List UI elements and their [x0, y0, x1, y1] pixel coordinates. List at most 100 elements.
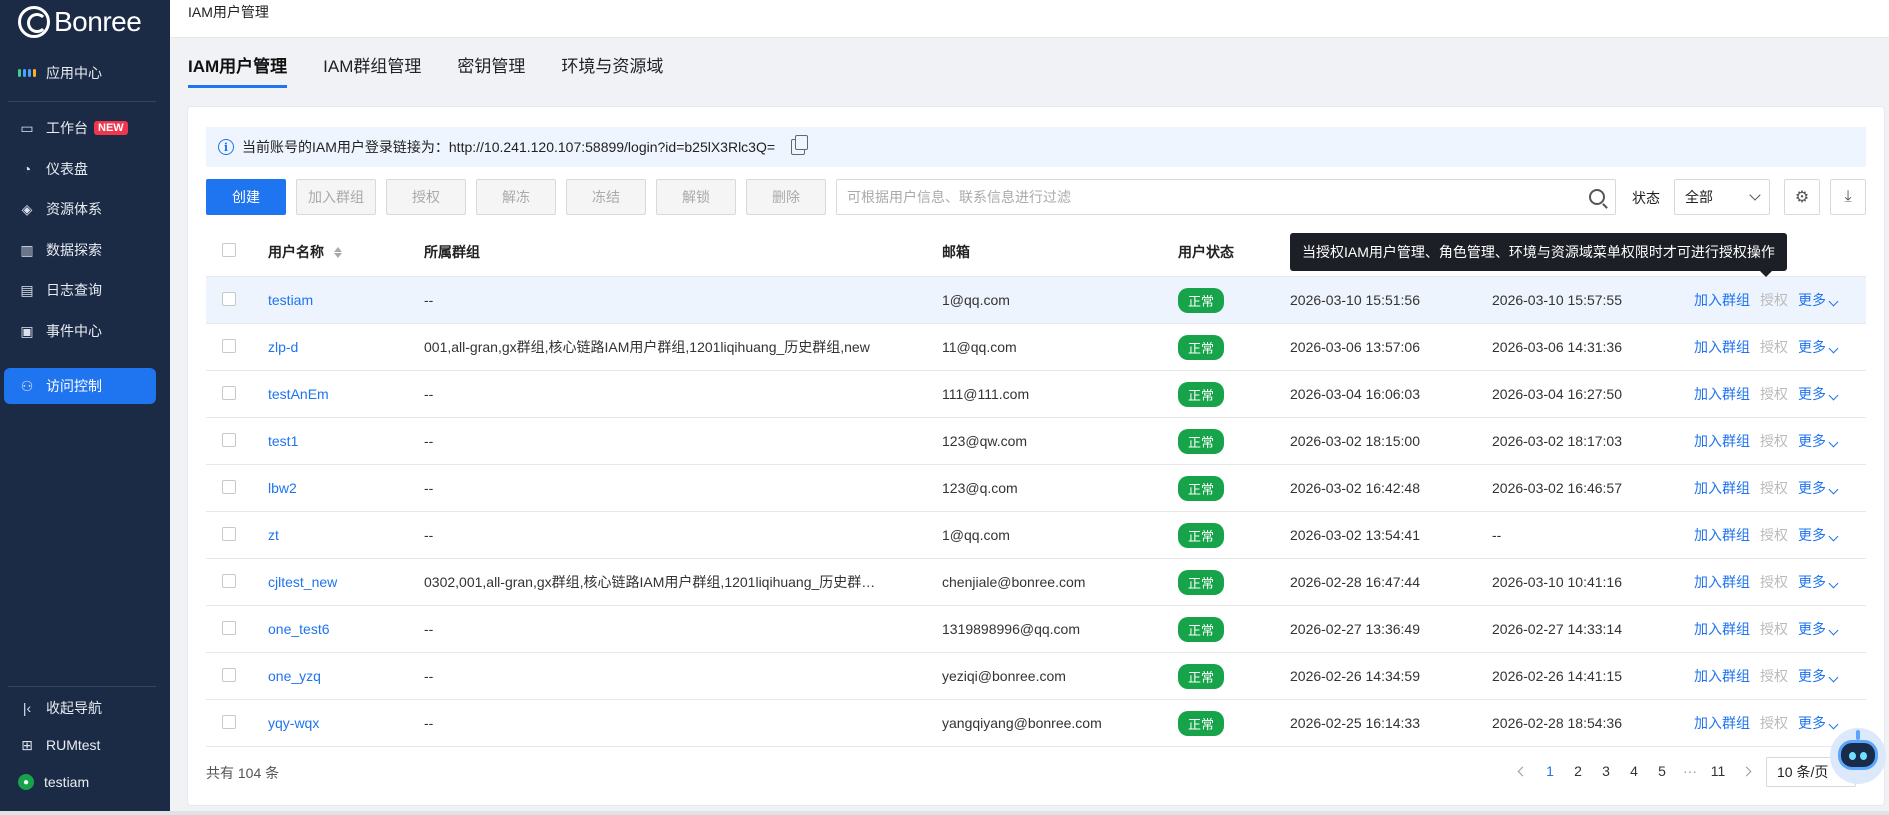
sidebar-item-dashboard[interactable]: ◔ 仪表盘: [4, 151, 156, 187]
table-row[interactable]: test1 -- 123@qw.com 正常 2026-03-02 18:15:00 20…: [206, 418, 1866, 465]
sort-icon[interactable]: [333, 247, 342, 259]
add-group-button[interactable]: 加入群组: [296, 179, 376, 215]
row-checkbox[interactable]: [222, 573, 236, 588]
table-row[interactable]: cjltest_new 0302,001,all-gran,gx群组,核心链路IA…: [206, 559, 1866, 606]
workspace-switcher[interactable]: ⊞ RUMtest: [4, 727, 156, 763]
authorize-button[interactable]: 授权: [386, 179, 466, 215]
more-link[interactable]: 更多: [1798, 619, 1839, 639]
more-link[interactable]: 更多: [1798, 478, 1839, 498]
user-name-link[interactable]: one_yzq: [268, 668, 424, 684]
table-row[interactable]: zlp-d 001,all-gran,gx群组,核心链路IAM用户群组,1201l…: [206, 324, 1866, 371]
add-group-link[interactable]: 加入群组: [1694, 478, 1750, 498]
more-link[interactable]: 更多: [1798, 713, 1839, 733]
copy-icon[interactable]: [791, 135, 809, 155]
authorize-link[interactable]: 授权: [1760, 384, 1788, 404]
add-group-link[interactable]: 加入群组: [1694, 337, 1750, 357]
row-checkbox[interactable]: [222, 714, 236, 729]
more-link[interactable]: 更多: [1798, 666, 1839, 686]
row-checkbox[interactable]: [222, 667, 236, 682]
row-checkbox[interactable]: [222, 385, 236, 400]
search-icon[interactable]: [1589, 189, 1605, 205]
search-input[interactable]: [847, 189, 1589, 205]
tab-environments[interactable]: 环境与资源域: [561, 52, 663, 88]
download-button[interactable]: ⤓: [1830, 179, 1866, 215]
user-name-link[interactable]: zlp-d: [268, 339, 424, 355]
more-link[interactable]: 更多: [1798, 525, 1839, 545]
assistant-bot-icon[interactable]: [1830, 728, 1886, 784]
add-group-link[interactable]: 加入群组: [1694, 431, 1750, 451]
row-checkbox[interactable]: [222, 432, 236, 447]
prev-page-button[interactable]: [1508, 757, 1536, 785]
page-ellipsis[interactable]: ···: [1676, 757, 1704, 785]
page-2[interactable]: 2: [1564, 757, 1592, 785]
page-5[interactable]: 5: [1648, 757, 1676, 785]
user-name-link[interactable]: test1: [268, 433, 424, 449]
page-3[interactable]: 3: [1592, 757, 1620, 785]
column-settings-button[interactable]: ⚙: [1784, 179, 1820, 215]
more-link[interactable]: 更多: [1798, 572, 1839, 592]
sidebar-item-data-explore[interactable]: ▥ 数据探索: [4, 232, 156, 268]
tab-iam-groups[interactable]: IAM群组管理: [323, 52, 421, 88]
add-group-link[interactable]: 加入群组: [1694, 525, 1750, 545]
authorize-link[interactable]: 授权: [1760, 431, 1788, 451]
page-1[interactable]: 1: [1536, 757, 1564, 785]
table-row[interactable]: zt -- 1@qq.com 正常 2026-03-02 13:54:41 -- 加入群组授…: [206, 512, 1866, 559]
tab-keys[interactable]: 密钥管理: [457, 52, 525, 88]
table-row[interactable]: one_yzq -- yeziqi@bonree.com 正常 2026-02-26 1…: [206, 653, 1866, 700]
bonree-logo[interactable]: Bonree: [18, 4, 142, 40]
table-row[interactable]: yqy-wqx -- yangqiyang@bonree.com 正常 2026-02-…: [206, 700, 1866, 747]
user-name-link[interactable]: yqy-wqx: [268, 715, 424, 731]
more-link[interactable]: 更多: [1798, 337, 1839, 357]
table-row[interactable]: testAnEm -- 111@111.com 正常 2026-03-04 16:06:…: [206, 371, 1866, 418]
user-name-link[interactable]: cjltest_new: [268, 574, 424, 590]
authorize-link[interactable]: 授权: [1760, 572, 1788, 592]
freeze-button[interactable]: 冻结: [566, 179, 646, 215]
sidebar-item-workbench[interactable]: ▭ 工作台 NEW: [4, 110, 156, 146]
sidebar-item-app-center[interactable]: 应用中心: [4, 55, 156, 91]
unlock-button[interactable]: 解锁: [656, 179, 736, 215]
page-last[interactable]: 11: [1704, 757, 1732, 785]
authorize-link[interactable]: 授权: [1760, 525, 1788, 545]
table-row[interactable]: testiam -- 1@qq.com 正常 2026-03-10 15:51:56 20…: [206, 277, 1866, 324]
authorize-link[interactable]: 授权: [1760, 713, 1788, 733]
add-group-link[interactable]: 加入群组: [1694, 619, 1750, 639]
next-page-button[interactable]: [1732, 757, 1760, 785]
table-row[interactable]: one_test6 -- 1319898996@qq.com 正常 2026-02-27…: [206, 606, 1866, 653]
row-checkbox[interactable]: [222, 479, 236, 494]
authorize-link[interactable]: 授权: [1760, 337, 1788, 357]
more-link[interactable]: 更多: [1798, 384, 1839, 404]
delete-button[interactable]: 删除: [746, 179, 826, 215]
row-checkbox[interactable]: [222, 291, 236, 306]
user-name-link[interactable]: one_test6: [268, 621, 424, 637]
sidebar-item-log-query[interactable]: ▤ 日志查询: [4, 272, 156, 308]
user-name-link[interactable]: lbw2: [268, 480, 424, 496]
tab-iam-users[interactable]: IAM用户管理: [188, 52, 288, 88]
row-checkbox[interactable]: [222, 620, 236, 635]
authorize-link[interactable]: 授权: [1760, 478, 1788, 498]
user-profile[interactable]: ● testiam: [4, 764, 156, 800]
row-checkbox[interactable]: [222, 526, 236, 541]
more-link[interactable]: 更多: [1798, 290, 1839, 310]
authorize-link[interactable]: 授权: [1760, 290, 1788, 310]
add-group-link[interactable]: 加入群组: [1694, 666, 1750, 686]
user-name-link[interactable]: testAnEm: [268, 386, 424, 402]
row-checkbox[interactable]: [222, 338, 236, 353]
sidebar-item-resource-system[interactable]: ◈ 资源体系: [4, 191, 156, 227]
more-link[interactable]: 更多: [1798, 431, 1839, 451]
unfreeze-button[interactable]: 解冻: [476, 179, 556, 215]
add-group-link[interactable]: 加入群组: [1694, 290, 1750, 310]
sidebar-item-access-control[interactable]: ⚇ 访问控制: [4, 368, 156, 404]
sidebar-item-event-center[interactable]: ▣ 事件中心: [4, 313, 156, 349]
select-all-checkbox[interactable]: [222, 243, 236, 257]
collapse-nav-button[interactable]: |‹ 收起导航: [4, 690, 156, 726]
authorize-link[interactable]: 授权: [1760, 619, 1788, 639]
add-group-link[interactable]: 加入群组: [1694, 384, 1750, 404]
add-group-link[interactable]: 加入群组: [1694, 572, 1750, 592]
create-button[interactable]: 创建: [206, 179, 286, 215]
status-filter-select[interactable]: 全部: [1674, 179, 1770, 215]
authorize-link[interactable]: 授权: [1760, 666, 1788, 686]
table-row[interactable]: lbw2 -- 123@q.com 正常 2026-03-02 16:42:48 2026…: [206, 465, 1866, 512]
add-group-link[interactable]: 加入群组: [1694, 713, 1750, 733]
user-name-link[interactable]: testiam: [268, 292, 424, 308]
user-name-link[interactable]: zt: [268, 527, 424, 543]
